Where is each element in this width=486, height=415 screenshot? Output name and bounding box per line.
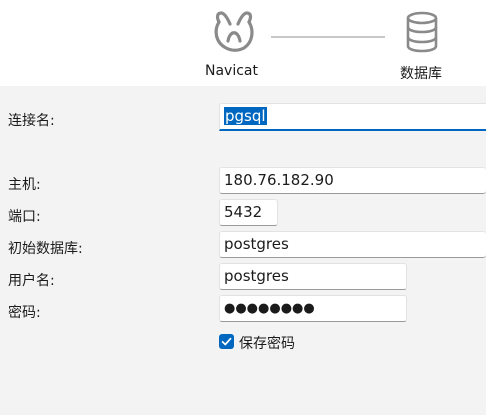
host-label: 主机: (8, 177, 41, 193)
initial-database-label: 初始数据库: (8, 241, 83, 257)
connection-dialog: Navicat 数据库 连接名: pgsql 主机: 180.76.182.90… (0, 0, 486, 415)
password-label: 密码: (8, 305, 41, 321)
initial-database-input[interactable]: postgres (219, 231, 486, 258)
step-navicat-label: Navicat (205, 63, 258, 79)
username-label: 用户名: (8, 273, 55, 289)
save-password-label[interactable]: 保存密码 (239, 333, 295, 353)
connection-name-value: pgsql (224, 107, 267, 125)
checkmark-icon (221, 337, 232, 346)
database-icon (404, 10, 440, 54)
wizard-header: Navicat 数据库 (0, 0, 486, 86)
password-input[interactable]: ●●●●●●●● (219, 295, 407, 322)
navicat-logo-icon (206, 8, 262, 56)
port-label: 端口: (8, 209, 41, 225)
port-input[interactable]: 5432 (219, 199, 278, 226)
host-input[interactable]: 180.76.182.90 (219, 167, 486, 194)
connection-name-label: 连接名: (8, 113, 55, 129)
connection-name-input[interactable]: pgsql (219, 103, 486, 131)
save-password-checkbox[interactable] (219, 334, 234, 349)
step-database-label: 数据库 (400, 66, 442, 82)
step-connector (271, 36, 385, 38)
username-input[interactable]: postgres (219, 263, 407, 290)
